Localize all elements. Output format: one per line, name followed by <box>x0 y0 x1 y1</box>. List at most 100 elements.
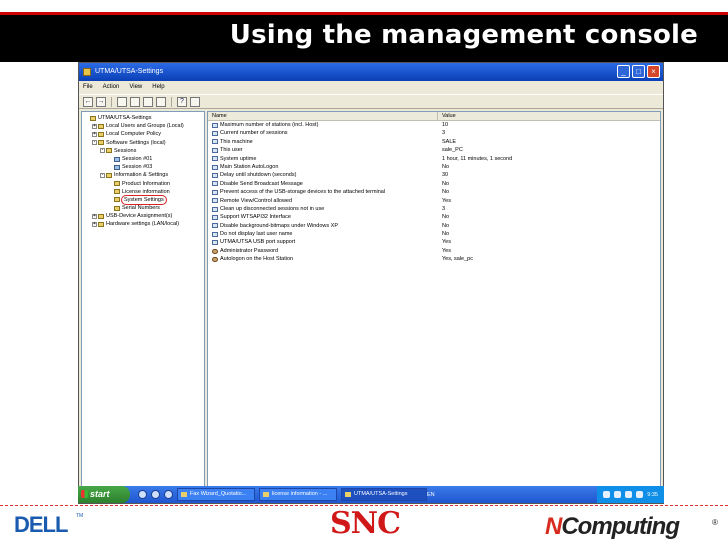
ncomputing-logo: NComputing <box>545 513 680 541</box>
setting-name-cell: System uptime <box>208 155 438 163</box>
maximize-button[interactable]: □ <box>632 65 645 78</box>
setting-name-cell: This machine <box>208 138 438 146</box>
setting-name-cell: Autologon on the Host Station <box>208 255 438 263</box>
setting-value: No <box>442 231 450 238</box>
table-row[interactable]: Autologon on the Host Station Yes, sale_p… <box>208 255 660 263</box>
setting-name-cell: Support WTSAPI32 Interface <box>208 213 438 221</box>
table-row[interactable]: This user sale_PC <box>208 146 660 154</box>
taskbar-item-utma-settings[interactable]: UTMA/UTSA-Settings <box>341 488 427 501</box>
setting-icon <box>212 240 218 246</box>
tree-item[interactable]: Product Information <box>82 180 204 188</box>
tree-item[interactable]: + Hardware settings (LAN/local) <box>82 220 204 228</box>
tree-item[interactable]: + USB-Device Assignment(s) <box>82 212 204 220</box>
tree-item[interactable]: License information <box>82 188 204 196</box>
taskbar-item-license-information[interactable]: license information - ... <box>259 488 337 501</box>
start-button[interactable]: start <box>78 486 130 503</box>
tree-item-label: UTMA/UTSA-Settings <box>98 115 152 121</box>
table-row[interactable]: Main Station AutoLogon No <box>208 163 660 171</box>
dell-trademark: TM <box>76 513 84 519</box>
network-icon[interactable] <box>603 491 611 498</box>
clock[interactable]: 9:35 <box>647 492 658 498</box>
folder-icon <box>98 213 104 219</box>
tree-item[interactable]: + Local Computer Policy <box>82 130 204 138</box>
tree-item[interactable]: - Software Settings (local) <box>82 139 204 147</box>
table-row[interactable]: This machine SALE <box>208 138 660 146</box>
volume-icon[interactable] <box>614 491 622 498</box>
back-arrow-icon[interactable]: ← <box>83 96 93 107</box>
menu-file[interactable]: File <box>83 81 93 94</box>
language-indicator[interactable]: EN <box>427 492 435 498</box>
printer-icon[interactable] <box>636 491 644 498</box>
table-row[interactable]: Do not display last user name No <box>208 230 660 238</box>
setting-value: 3 <box>442 130 446 137</box>
table-row[interactable]: Clean up disconnected sessions not in us… <box>208 205 660 213</box>
table-row[interactable]: Current number of sessions 3 <box>208 129 660 137</box>
tree-item[interactable]: UTMA/UTSA-Settings <box>82 114 204 122</box>
setting-icon <box>212 122 218 128</box>
internet-explorer-icon[interactable] <box>138 490 147 499</box>
table-row[interactable]: UTMA/UTSA USB port support Yes <box>208 238 660 246</box>
table-row[interactable]: Support WTSAPI32 Interface No <box>208 213 660 221</box>
window-titlebar[interactable]: UTMA/UTSA-Settings _ □ × <box>79 63 663 81</box>
column-header-value[interactable]: Value <box>438 112 660 120</box>
table-row[interactable]: System uptime 1 hour, 11 minutes, 1 secon… <box>208 155 660 163</box>
up-folder-icon[interactable] <box>117 96 127 107</box>
column-header-name[interactable]: Name <box>208 112 438 120</box>
setting-name-cell: Disable Send Broadcast Message <box>208 180 438 188</box>
menu-help[interactable]: Help <box>152 81 164 94</box>
toolbar-separator <box>111 96 112 107</box>
tree-item-label: System Settings <box>121 194 167 206</box>
export-list-icon[interactable] <box>156 96 166 107</box>
expand-toggle-icon[interactable]: - <box>100 172 105 178</box>
taskbar: start Fax Wizard_Quotatio... license inf… <box>78 486 664 503</box>
tree-item[interactable]: Session #01 <box>82 155 204 163</box>
browser-icon[interactable] <box>164 490 173 499</box>
table-row[interactable]: Administrator Password Yes <box>208 247 660 255</box>
setting-name-cell: Do not display last user name <box>208 230 438 238</box>
list-header: Name Value <box>208 112 660 121</box>
expand-toggle-icon[interactable]: + <box>92 222 97 228</box>
properties-icon[interactable] <box>190 96 200 107</box>
menu-view[interactable]: View <box>129 81 142 94</box>
slide-title: Using the management console <box>229 20 698 50</box>
tree-item[interactable]: - Information & Settings <box>82 171 204 179</box>
minimize-button[interactable]: _ <box>617 65 630 78</box>
table-row[interactable]: Delay until shutdown (seconds) 30 <box>208 171 660 179</box>
taskbar-item-fax-wizard[interactable]: Fax Wizard_Quotatio... <box>177 488 255 501</box>
expand-toggle-icon[interactable]: + <box>92 131 97 137</box>
menu-action[interactable]: Action <box>103 81 120 94</box>
tree-item[interactable]: System Settings <box>82 194 204 206</box>
expand-toggle-icon[interactable]: - <box>100 148 105 154</box>
setting-icon <box>212 131 218 137</box>
refresh-icon[interactable] <box>143 96 153 107</box>
forward-arrow-icon[interactable]: → <box>96 96 106 107</box>
outlook-icon[interactable] <box>151 490 160 499</box>
system-tray: 9:35 <box>597 486 664 503</box>
table-row[interactable]: Prevent access of the USB-storage device… <box>208 188 660 196</box>
help-icon[interactable]: ? <box>177 96 187 107</box>
setting-value: No <box>442 180 450 187</box>
security-icon[interactable] <box>625 491 633 498</box>
setting-icon <box>212 189 218 195</box>
expand-toggle-icon[interactable]: + <box>92 123 97 129</box>
tree-item[interactable]: Session #03 <box>82 163 204 171</box>
windows-flag-icon <box>81 490 88 498</box>
folder-icon <box>114 189 120 195</box>
setting-value: Yes <box>442 247 451 254</box>
table-row[interactable]: Remote View/Control allowed Yes <box>208 197 660 205</box>
close-button[interactable]: × <box>647 65 660 78</box>
table-row[interactable]: Disable Send Broadcast Message No <box>208 180 660 188</box>
tree-item[interactable]: - Sessions <box>82 147 204 155</box>
quick-launch <box>138 490 173 499</box>
expand-toggle-icon[interactable]: + <box>92 213 97 219</box>
tree-item[interactable]: Serial Numbers <box>82 204 204 212</box>
tree-item[interactable]: + Local Users and Groups (Local) <box>82 122 204 130</box>
expand-toggle-icon[interactable]: - <box>92 140 97 146</box>
setting-name-cell: This user <box>208 146 438 154</box>
table-row[interactable]: Maximum number of stations (incl. Host) 1… <box>208 121 660 129</box>
show-tree-icon[interactable] <box>130 96 140 107</box>
table-row[interactable]: Disable background-bitmaps under Windows… <box>208 222 660 230</box>
